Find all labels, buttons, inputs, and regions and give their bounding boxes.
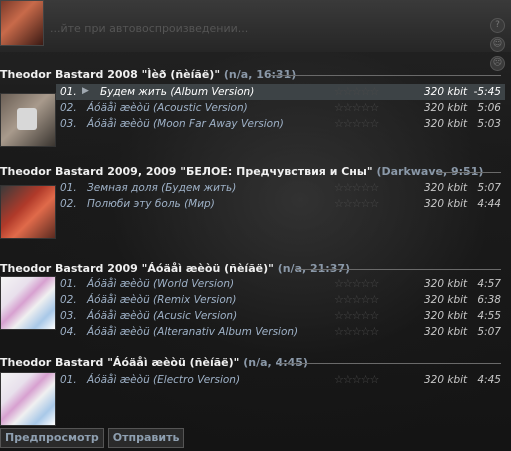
album-title: Theodor Bastard 2008 "Ìèð (ñèíãë)" (0, 68, 221, 81)
track-row[interactable]: 03. Áóäåì æèòü (Moon Far Away Version) ☆… (56, 116, 505, 132)
album-header[interactable]: Theodor Bastard 2008 "Ìèð (ñèíãë)" (n/a,… (0, 68, 511, 82)
track-bitrate: 320 kbit (424, 86, 468, 98)
track-row[interactable]: 02. Полюби эту боль (Мир) ☆☆☆☆☆ 320 kbit… (56, 196, 505, 212)
album-header[interactable]: Theodor Bastard 2009, 2009 "БЕЛОЕ: Предч… (0, 165, 511, 179)
album-title: Theodor Bastard 2009, 2009 "БЕЛОЕ: Предч… (0, 165, 373, 178)
track-duration: 4:44 (477, 198, 501, 210)
smile-icon[interactable]: ☺ (490, 37, 505, 52)
track-title: Áóäåì æèòü (Moon Far Away Version) (87, 118, 284, 130)
divider (270, 75, 501, 76)
divider (296, 269, 501, 270)
track-number: 02. (60, 198, 77, 210)
track-bitrate: 320 kbit (424, 198, 468, 210)
track-row[interactable]: 01. ▶ Будем жить (Album Version) ☆☆☆☆☆ 3… (56, 84, 505, 100)
track-title: Áóäåì æèòü (Remix Version) (87, 294, 237, 306)
track-number: 01. (60, 374, 77, 386)
rating-stars[interactable]: ☆☆☆☆☆ (334, 197, 379, 210)
album-cover[interactable] (0, 93, 56, 147)
track-title: Áóäåì æèòü (Electro Version) (87, 374, 241, 386)
track-bitrate: 320 kbit (424, 294, 468, 306)
track-number: 03. (60, 310, 77, 322)
track-number: 01. (60, 86, 77, 98)
track-row[interactable]: 03. Áóäåì æèòü (Acusic Version) ☆☆☆☆☆ 32… (56, 308, 505, 324)
track-row[interactable]: 04. Áóäåì æèòü (Alteranativ Album Versio… (56, 324, 505, 340)
album-header[interactable]: Theodor Bastard "Áóäåì æèòü (ñèíãë)" (n/… (0, 356, 511, 370)
track-bitrate: 320 kbit (424, 374, 468, 386)
album-cover[interactable] (0, 276, 56, 330)
track-title: Будем жить (Album Version) (100, 86, 255, 98)
album-header[interactable]: Theodor Bastard 2009 "Áóäåì æèòü (ñèíãë)… (0, 262, 511, 276)
album-cover[interactable] (0, 372, 56, 426)
bottom-buttons: Предпросмотр Отправить (0, 428, 185, 448)
track-row[interactable]: 02. Áóäåì æèòü (Remix Version) ☆☆☆☆☆ 320… (56, 292, 505, 308)
rating-stars[interactable]: ☆☆☆☆☆ (334, 373, 379, 386)
track-duration: 4:55 (477, 310, 501, 322)
track-title: Áóäåì æèòü (World Version) (87, 278, 235, 290)
track-number: 03. (60, 118, 77, 130)
top-icons: ? ☺ ☹ (490, 18, 505, 71)
track-title: Земная доля (Будем жить) (87, 182, 237, 194)
track-number: 02. (60, 294, 77, 306)
rating-stars[interactable]: ☆☆☆☆☆ (334, 325, 379, 338)
preview-button[interactable]: Предпросмотр (0, 428, 104, 448)
track-row[interactable]: 02. Áóäåì æèòü (Acoustic Version) ☆☆☆☆☆ … (56, 100, 505, 116)
track-number: 04. (60, 326, 77, 338)
track-row[interactable]: 01. Áóäåì æèòü (World Version) ☆☆☆☆☆ 320… (56, 276, 505, 292)
rating-stars[interactable]: ☆☆☆☆☆ (334, 85, 379, 98)
track-row[interactable]: 01. Земная доля (Будем жить) ☆☆☆☆☆ 320 k… (56, 180, 505, 196)
track-duration: -5:45 (473, 86, 501, 98)
send-button[interactable]: Отправить (107, 428, 185, 448)
track-duration: 5:07 (477, 326, 501, 338)
rating-stars[interactable]: ☆☆☆☆☆ (334, 293, 379, 306)
rating-stars[interactable]: ☆☆☆☆☆ (334, 181, 379, 194)
track-title: Полюби эту боль (Мир) (87, 198, 215, 210)
track-duration: 6:38 (477, 294, 501, 306)
track-duration: 4:45 (477, 374, 501, 386)
help-icon[interactable]: ? (490, 18, 505, 33)
track-bitrate: 320 kbit (424, 326, 468, 338)
album-group: Theodor Bastard 2008 "Ìèð (ñèíãë)" (n/a,… (0, 68, 511, 147)
play-icon: ▶ (82, 86, 89, 96)
divider (280, 363, 501, 364)
track-number: 02. (60, 102, 77, 114)
track-title: Áóäåì æèòü (Acusic Version) (87, 310, 238, 322)
rating-stars[interactable]: ☆☆☆☆☆ (334, 117, 379, 130)
track-bitrate: 320 kbit (424, 310, 468, 322)
track-row[interactable]: 01. Áóäåì æèòü (Electro Version) ☆☆☆☆☆ 3… (56, 372, 505, 388)
top-album-cover (0, 0, 44, 46)
album-group: Theodor Bastard 2009, 2009 "БЕЛОЕ: Предч… (0, 165, 511, 239)
track-duration: 5:06 (477, 102, 501, 114)
track-duration: 5:03 (477, 118, 501, 130)
rating-stars[interactable]: ☆☆☆☆☆ (334, 101, 379, 114)
track-bitrate: 320 kbit (424, 182, 468, 194)
album-title: Theodor Bastard 2009 "Áóäåì æèòü (ñèíãë)… (0, 262, 274, 275)
top-strip: ...йте при автовоспроизведении... ? ☺ ☹ (0, 0, 511, 71)
track-bitrate: 320 kbit (424, 102, 468, 114)
track-bitrate: 320 kbit (424, 118, 468, 130)
rating-stars[interactable]: ☆☆☆☆☆ (334, 309, 379, 322)
album-cover[interactable] (0, 185, 56, 239)
track-duration: 5:07 (477, 182, 501, 194)
track-bitrate: 320 kbit (424, 278, 468, 290)
track-title: Áóäåì æèòü (Acoustic Version) (87, 102, 248, 114)
album-group: Theodor Bastard 2009 "Áóäåì æèòü (ñèíãë)… (0, 262, 511, 338)
track-title: Áóäåì æèòü (Alteranativ Album Version) (87, 326, 299, 338)
album-group: Theodor Bastard "Áóäåì æèòü (ñèíãë)" (n/… (0, 356, 511, 426)
top-text: ...йте при автовоспроизведении... (50, 22, 249, 35)
album-title: Theodor Bastard "Áóäåì æèòü (ñèíãë)" (0, 356, 240, 369)
track-duration: 4:57 (477, 278, 501, 290)
rating-stars[interactable]: ☆☆☆☆☆ (334, 277, 379, 290)
track-number: 01. (60, 182, 77, 194)
album-cover-device (17, 108, 37, 130)
divider (436, 172, 501, 173)
track-number: 01. (60, 278, 77, 290)
